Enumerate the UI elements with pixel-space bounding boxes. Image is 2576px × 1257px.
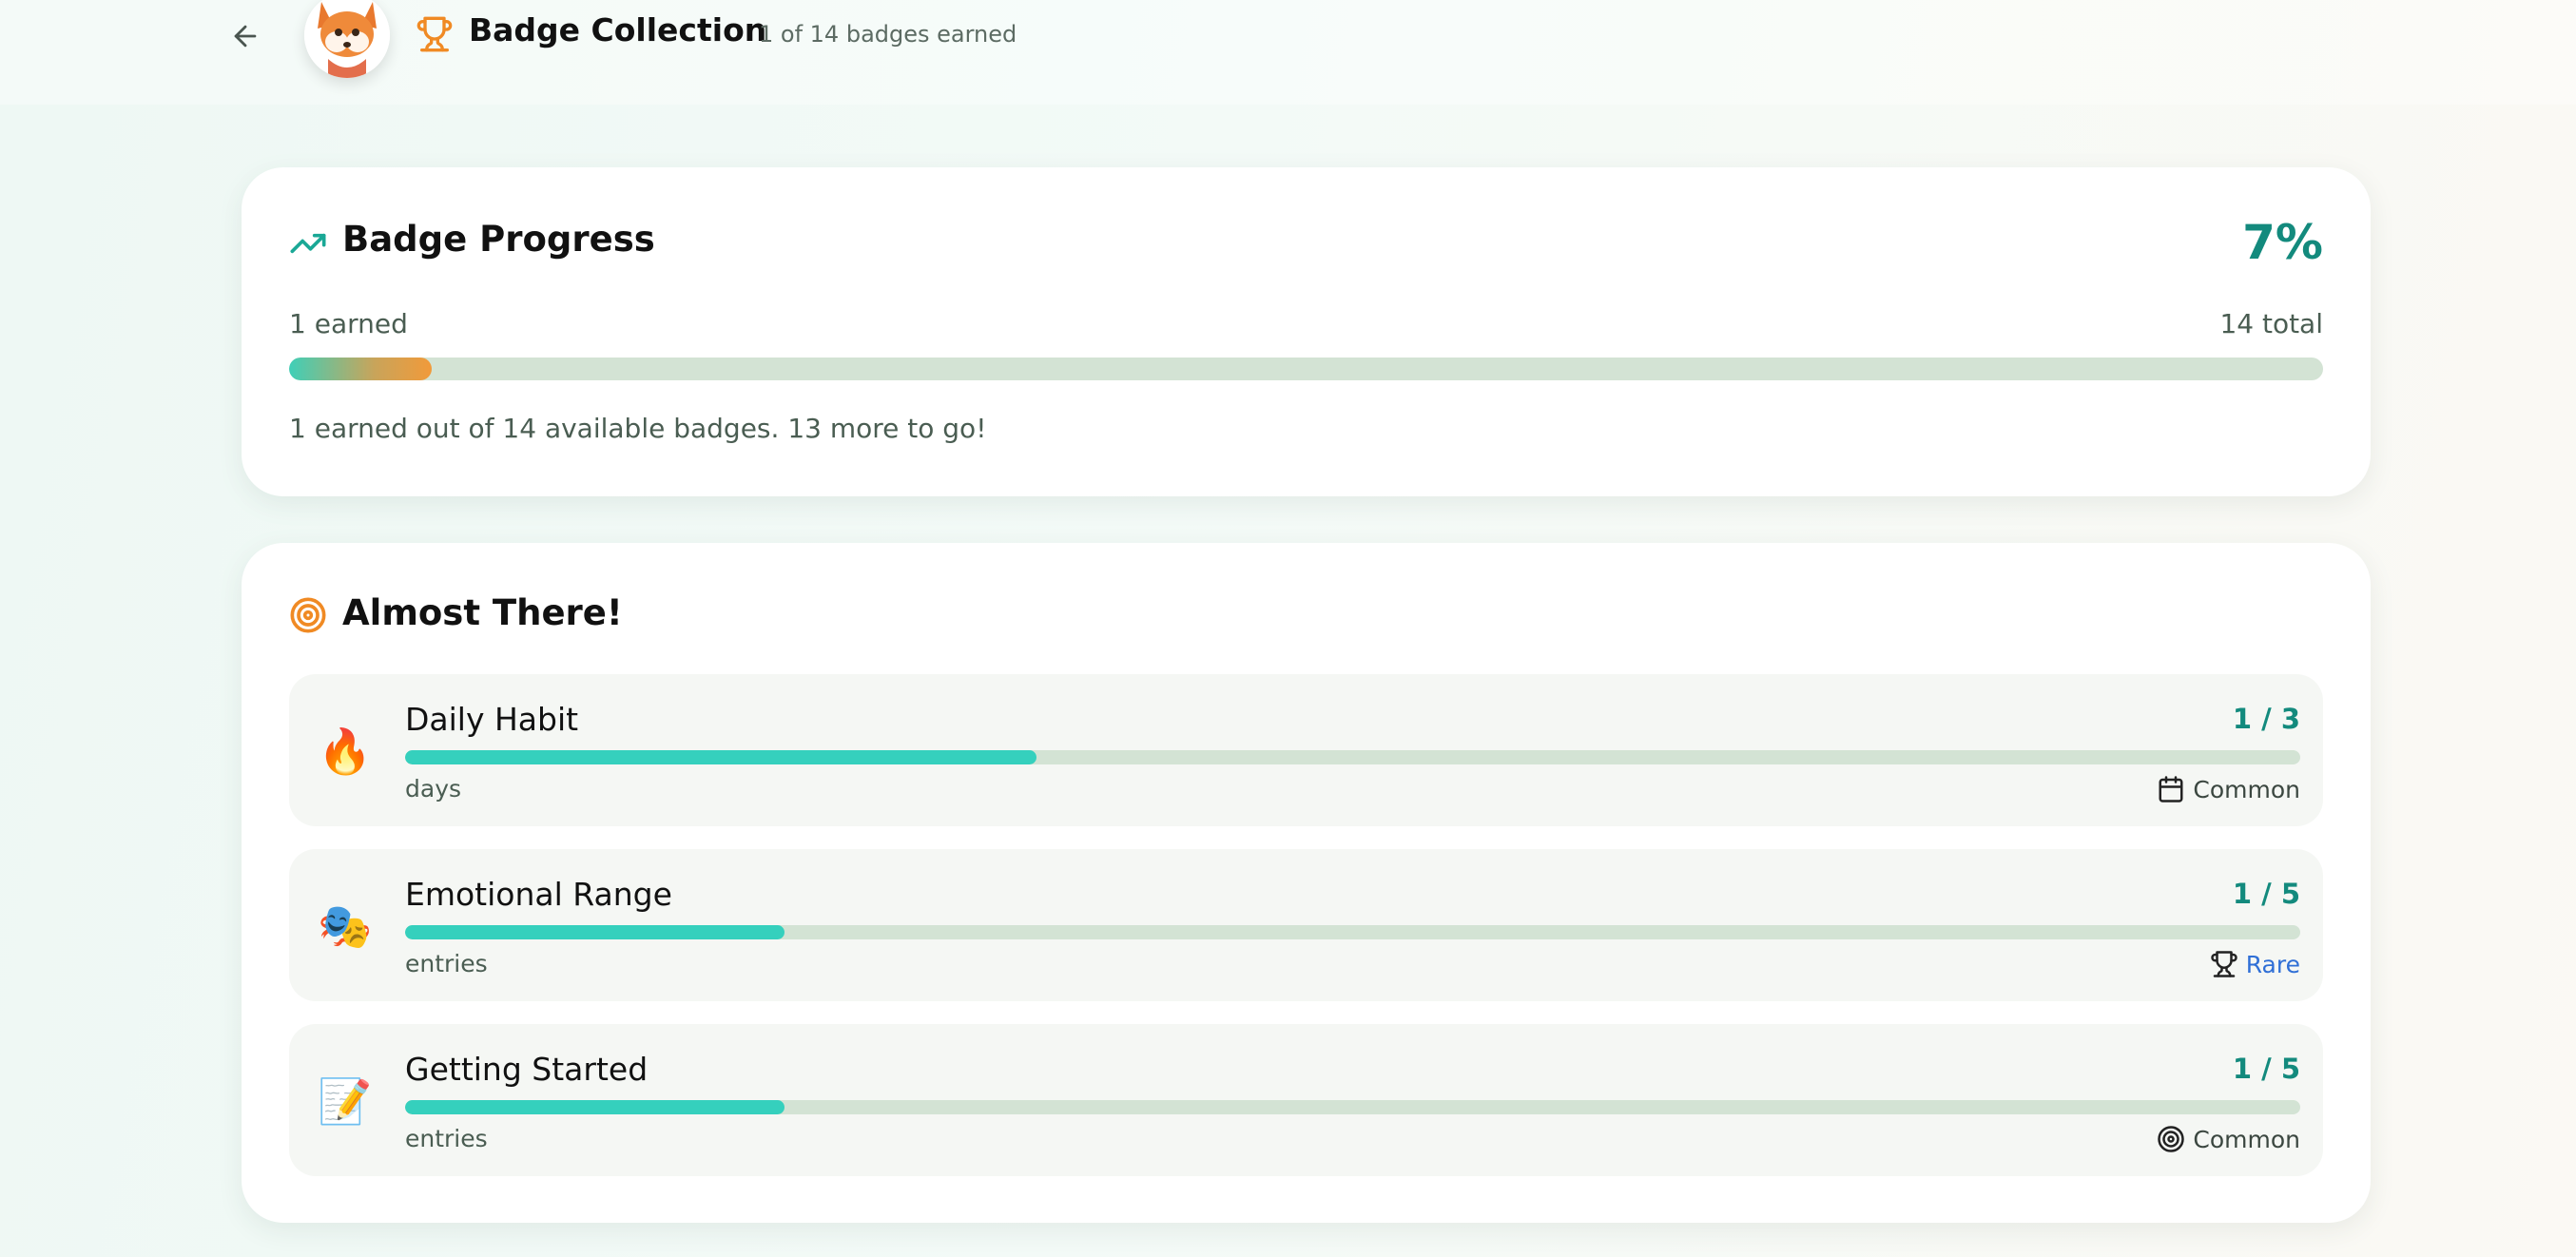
earned-count: 1 earned (289, 308, 408, 339)
target-icon (290, 597, 326, 633)
badge-count: 1 / 5 (2232, 878, 2300, 910)
badge-unit: entries (405, 1125, 488, 1152)
badge-name: Getting Started (405, 1051, 649, 1088)
trophy-icon (2211, 951, 2237, 977)
badge-unit: entries (405, 950, 488, 977)
total-count: 14 total (2219, 308, 2323, 339)
back-button[interactable] (224, 15, 266, 57)
fire-icon: 🔥 (318, 725, 373, 777)
badge-rarity-label: Common (2193, 775, 2300, 803)
page-title: Badge Collection (469, 11, 767, 48)
badge-count: 1 / 3 (2232, 703, 2300, 735)
badge-count: 1 / 5 (2232, 1053, 2300, 1085)
badge-row-getting-started[interactable]: 📝 Getting Started 1 / 5 entries Common (289, 1024, 2323, 1176)
badge-progress-fill (405, 1100, 784, 1114)
badge-progress-fill (405, 750, 1036, 764)
badge-unit: days (405, 775, 462, 803)
target-icon (2158, 1126, 2185, 1152)
badge-progress-card: Badge Progress 7% 1 earned 14 total 1 ea… (242, 167, 2371, 496)
overall-progress-bar (289, 358, 2323, 380)
progress-message: 1 earned out of 14 available badges. 13 … (289, 413, 987, 444)
badge-rarity-label: Common (2193, 1125, 2300, 1153)
memo-icon: 📝 (318, 1075, 373, 1127)
trending-up-icon (290, 233, 326, 254)
badge-name: Emotional Range (405, 876, 672, 913)
badge-row-emotional-range[interactable]: 🎭 Emotional Range 1 / 5 entries Rare (289, 849, 2323, 1001)
calendar-icon (2159, 776, 2183, 803)
arrow-left-icon (234, 25, 257, 48)
badge-name: Daily Habit (405, 701, 579, 738)
badge-progress-bar (405, 925, 2300, 939)
progress-percent: 7% (2242, 215, 2323, 270)
trophy-icon (416, 16, 453, 52)
top-header: Badge Collection 1 of 14 badges earned (0, 0, 2576, 105)
badges-earned-summary: 1 of 14 badges earned (759, 21, 1017, 48)
fox-avatar[interactable] (304, 0, 390, 78)
badge-row-daily-habit[interactable]: 🔥 Daily Habit 1 / 3 days Common (289, 674, 2323, 826)
badge-rarity-label: Rare (2245, 950, 2300, 978)
overall-progress-fill (289, 358, 432, 380)
badge-rarity: Common (2157, 1123, 2300, 1155)
badge-progress-title: Badge Progress (342, 219, 655, 260)
theater-masks-icon: 🎭 (318, 900, 373, 952)
badge-rarity: Rare (2210, 948, 2300, 980)
badge-progress-fill (405, 925, 784, 939)
badge-rarity: Common (2157, 773, 2300, 805)
badge-progress-bar (405, 750, 2300, 764)
almost-there-card: Almost There! 🔥 Daily Habit 1 / 3 days C… (242, 543, 2371, 1223)
almost-there-title: Almost There! (342, 592, 623, 633)
badge-progress-bar (405, 1100, 2300, 1114)
